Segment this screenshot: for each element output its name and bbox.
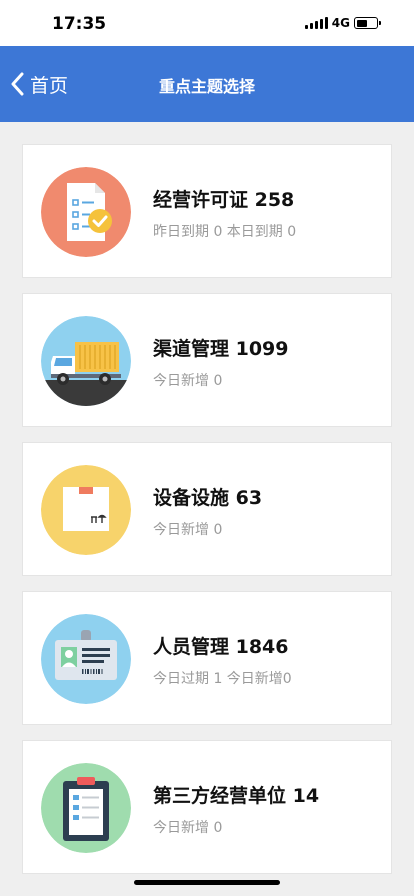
battery-icon [354, 17, 381, 29]
card-title: 人员管理 1846 [153, 636, 289, 658]
card-title: 经营许可证 258 [153, 189, 295, 211]
signal-icon [304, 17, 328, 29]
topic-card-channel[interactable]: 渠道管理 1099 今日新增 0 [22, 293, 392, 427]
status-time: 17:35 [52, 14, 107, 34]
network-type: 4G [331, 16, 350, 30]
delivery-truck-icon [41, 316, 131, 406]
package-box-icon [41, 465, 131, 555]
clipboard-icon [41, 763, 131, 853]
home-indicator [134, 880, 280, 885]
id-badge-icon [41, 614, 131, 704]
card-subtitle: 今日新增 0 [153, 373, 223, 389]
card-title: 设备设施 63 [153, 487, 263, 509]
card-title: 第三方经营单位 14 [153, 785, 320, 807]
card-subtitle: 今日新增 0 [153, 820, 223, 836]
license-document-icon [41, 167, 131, 257]
card-subtitle: 昨日到期 0 本日到期 0 [153, 224, 297, 240]
card-subtitle: 今日过期 1 今日新增0 [153, 671, 292, 687]
status-indicators: 4G [304, 16, 381, 30]
topic-card-equipment[interactable]: 设备设施 63 今日新增 0 [22, 442, 392, 576]
topic-card-personnel[interactable]: 人员管理 1846 今日过期 1 今日新增0 [22, 591, 392, 725]
card-title: 渠道管理 1099 [153, 338, 289, 360]
topic-card-third-party[interactable]: 第三方经营单位 14 今日新增 0 [22, 740, 392, 874]
nav-bar: 首页 重点主题选择 [0, 46, 414, 122]
topic-card-license[interactable]: 经营许可证 258 昨日到期 0 本日到期 0 [22, 144, 392, 278]
status-bar: 17:35 4G [0, 0, 414, 46]
topic-list: 经营许可证 258 昨日到期 0 本日到期 0 渠道管理 1099 今日新增 0… [22, 144, 392, 889]
card-subtitle: 今日新增 0 [153, 522, 223, 538]
page-title: 重点主题选择 [158, 77, 255, 96]
